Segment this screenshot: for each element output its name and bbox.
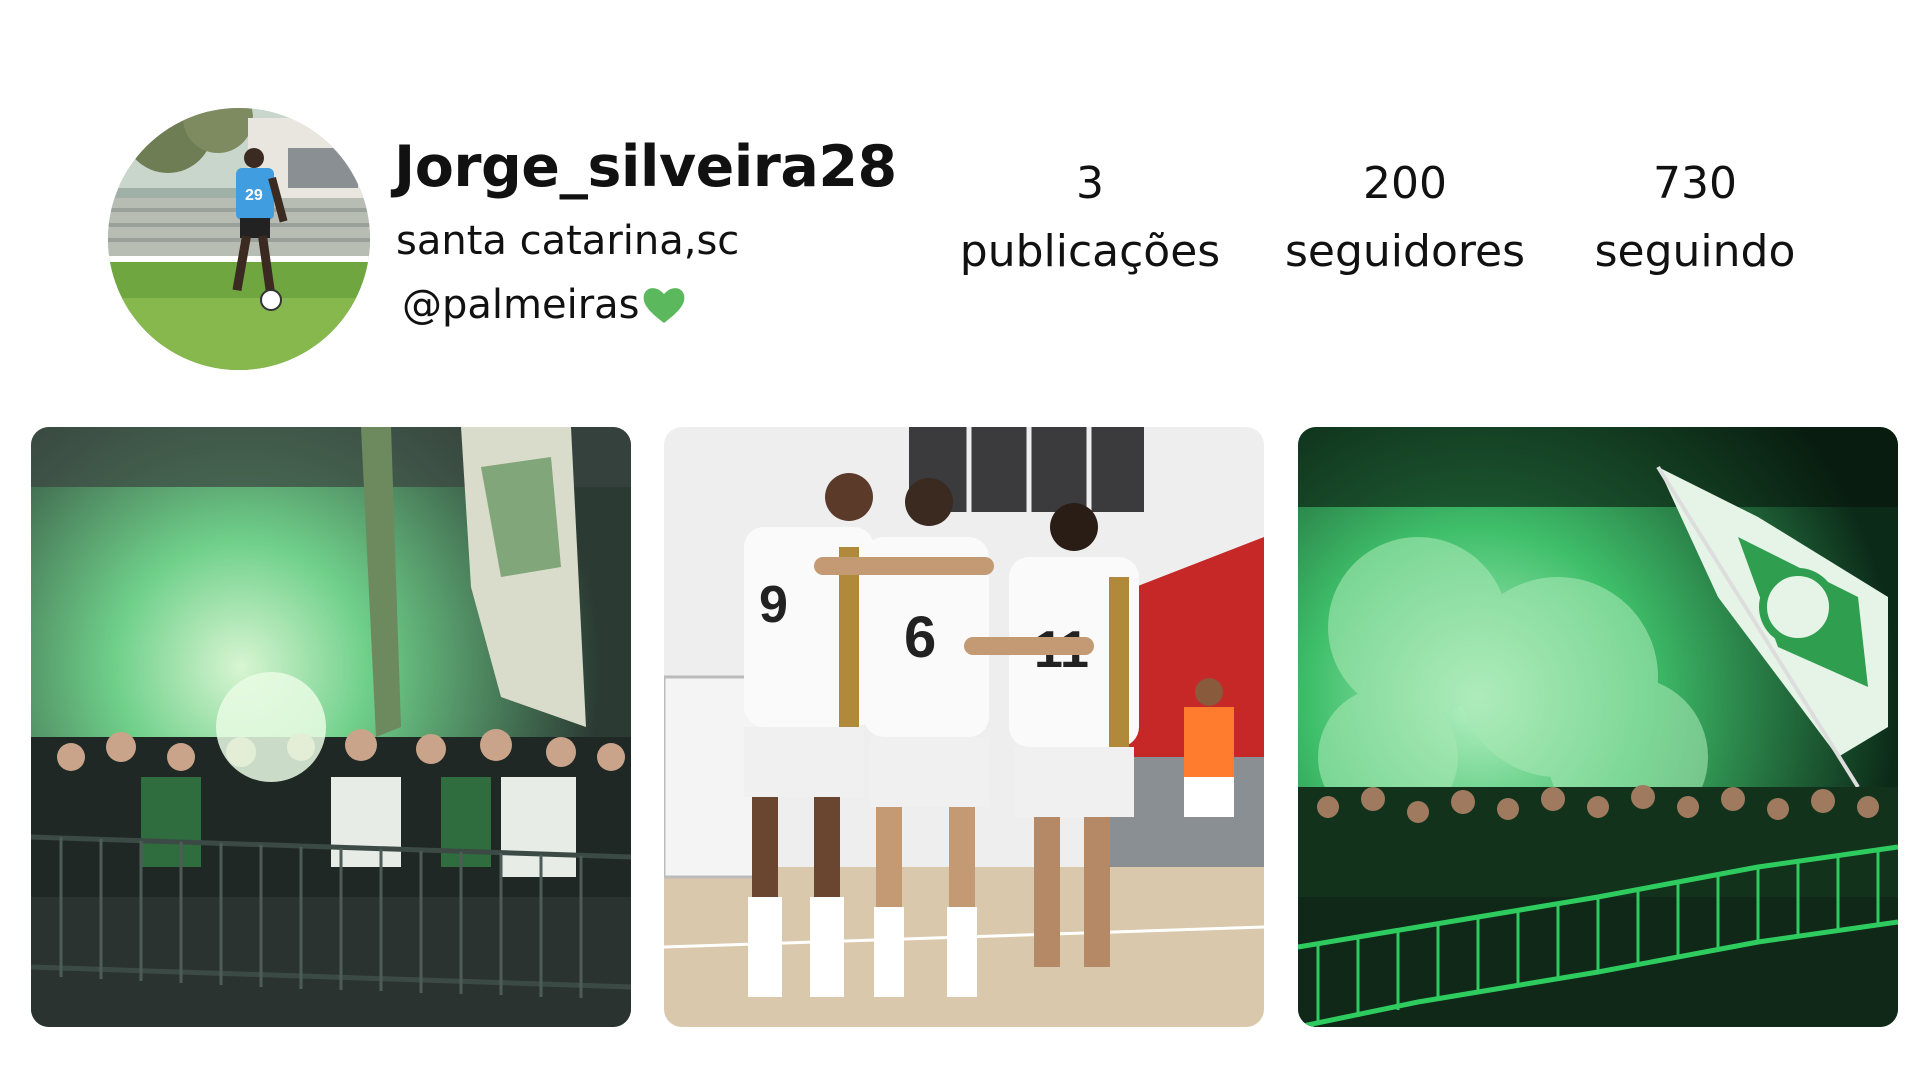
posts-stat[interactable]: 3 publicações <box>955 150 1225 286</box>
post-thumbnail[interactable] <box>31 427 631 1027</box>
posts-label: publicações <box>959 226 1221 277</box>
futsal-team-celebration-photo: 9 6 11 <box>664 427 1264 1027</box>
stadium-fans-green-flares-photo <box>31 427 631 1027</box>
profile-page: 29 Jorge_silveira28 santa catarina,sc @p… <box>0 0 1920 1080</box>
followers-label: seguidores <box>1284 226 1525 277</box>
post-thumbnail[interactable]: 9 6 11 <box>664 427 1264 1027</box>
following-label: seguindo <box>1594 226 1796 277</box>
username: Jorge_silveira28 <box>394 134 897 200</box>
svg-text:6: 6 <box>904 605 936 670</box>
svg-text:29: 29 <box>245 187 263 204</box>
mention-link[interactable]: @palmeiras <box>402 282 640 328</box>
following-count: 730 <box>1653 158 1737 209</box>
followers-count: 200 <box>1363 158 1447 209</box>
night-fans-green-smoke-flag-photo <box>1298 427 1898 1027</box>
avatar-image: 29 <box>108 108 370 370</box>
green-heart-icon <box>643 288 684 323</box>
svg-text:9: 9 <box>759 576 788 634</box>
bio-mention-row: @palmeiras <box>402 282 686 328</box>
following-stat[interactable]: 730 seguindo <box>1560 150 1830 286</box>
post-thumbnail[interactable] <box>1298 427 1898 1027</box>
posts-count: 3 <box>1076 158 1104 209</box>
location-text: santa catarina,sc <box>396 218 740 264</box>
avatar[interactable]: 29 <box>108 108 370 370</box>
followers-stat[interactable]: 200 seguidores <box>1270 150 1540 286</box>
